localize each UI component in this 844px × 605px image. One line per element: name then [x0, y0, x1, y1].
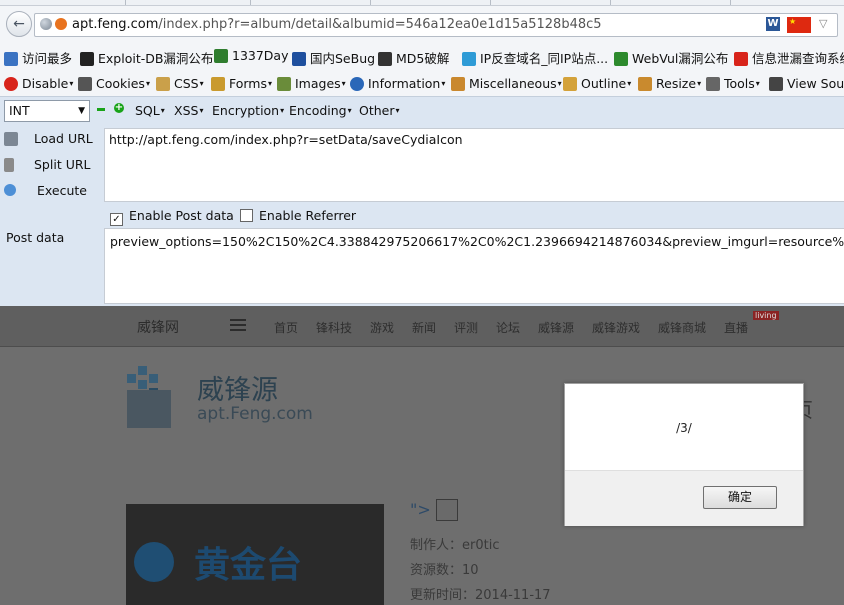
- view-source-icon: [769, 77, 783, 91]
- dropdown-arrow-icon[interactable]: ▽: [819, 17, 827, 30]
- brand-name: 威锋源: [197, 375, 278, 406]
- menu-encryption[interactable]: Encryption▾: [212, 103, 284, 118]
- word-icon[interactable]: W: [766, 17, 780, 31]
- album-author: 制作人：er0tic: [410, 538, 500, 553]
- bookmark-sebug[interactable]: 国内SeBug: [292, 48, 375, 67]
- bookmark-ip-lookup[interactable]: IP反查域名_同IP站点...: [462, 48, 608, 67]
- album-thumbnail: 黄金台: [126, 504, 384, 605]
- checkmark-icon: ✓: [110, 213, 123, 226]
- dialog-footer: 确定: [565, 470, 803, 526]
- menu-information[interactable]: Information▾: [350, 76, 445, 91]
- navigation-bar: ← apt.feng.com/index.php?r=album/detail&…: [0, 6, 844, 40]
- play-icon: [4, 184, 16, 196]
- ip-lookup-icon: [462, 52, 476, 66]
- enable-referrer-checkbox[interactable]: Enable Referrer: [240, 208, 356, 223]
- bookmark-md5[interactable]: MD5破解: [378, 48, 449, 67]
- enable-post-checkbox[interactable]: ✓ Enable Post data: [110, 208, 234, 226]
- alert-message: /3/: [676, 421, 692, 435]
- css-icon: [156, 77, 170, 91]
- checkbox-box: [240, 209, 253, 222]
- hamburger-menu-icon[interactable]: [230, 319, 246, 331]
- back-arrow-icon[interactable]: ←: [6, 11, 32, 37]
- brand-logo-icon: [127, 366, 171, 428]
- md5-icon: [378, 52, 392, 66]
- nav-item[interactable]: 威锋商城: [658, 319, 706, 336]
- type-select[interactable]: INT ▼: [4, 100, 90, 122]
- menu-xss[interactable]: XSS▾: [174, 103, 203, 118]
- resize-icon: [638, 77, 652, 91]
- post-data-textarea[interactable]: preview_options=150%2C150%2C4.3388429752…: [104, 228, 844, 304]
- nav-item[interactable]: 游戏: [370, 319, 394, 336]
- menu-sql[interactable]: SQL▾: [135, 103, 165, 118]
- menu-encoding[interactable]: Encoding▾: [289, 103, 352, 118]
- menu-disable[interactable]: Disable▾: [4, 76, 73, 91]
- nav-item[interactable]: 首页: [274, 319, 298, 336]
- 08-icon: [734, 52, 748, 66]
- globe-icon: [40, 18, 52, 30]
- menu-outline[interactable]: Outline▾: [563, 76, 631, 91]
- 1337day-icon: [214, 49, 228, 63]
- thumbnail-circle-icon: [134, 542, 174, 582]
- scissors-icon: [4, 158, 14, 172]
- thumbnail-text: 黄金台: [194, 545, 303, 586]
- menu-resize[interactable]: Resize▾: [638, 76, 701, 91]
- tools-icon: [706, 77, 720, 91]
- address-bar[interactable]: apt.feng.com/index.php?r=album/detail&al…: [34, 13, 838, 37]
- nav-item[interactable]: 论坛: [496, 319, 520, 336]
- bookmark-exploit-db[interactable]: Exploit-DB漏洞公布: [80, 48, 213, 67]
- site-favicon-icon: [55, 18, 67, 30]
- nav-item[interactable]: 锋科技: [316, 319, 352, 336]
- site-logo: 威锋网: [137, 320, 179, 336]
- web-developer-toolbar: Disable▾ Cookies▾ CSS▾ Forms▾ Images▾ In…: [0, 72, 844, 96]
- nav-item[interactable]: 评测: [454, 319, 478, 336]
- information-icon: [350, 77, 364, 91]
- nav-item[interactable]: 新闻: [412, 319, 436, 336]
- url-textarea[interactable]: http://apt.feng.com/index.php?r=setData/…: [104, 128, 844, 202]
- bookmark-leak-query[interactable]: 信息泄漏查询系统: [734, 48, 844, 67]
- nav-item[interactable]: 威锋游戏: [592, 319, 640, 336]
- menu-css[interactable]: CSS▾: [156, 76, 204, 91]
- album-title: ">: [410, 500, 431, 519]
- album-updated: 更新时间：2014-11-17: [410, 588, 551, 603]
- bookmark-1337day[interactable]: 1337Day: [214, 48, 289, 63]
- menu-view-source[interactable]: View Sour: [769, 76, 844, 91]
- address-text: apt.feng.com/index.php?r=album/detail&al…: [72, 17, 602, 32]
- nav-item[interactable]: 威锋源: [538, 319, 574, 336]
- exploit-db-icon: [80, 52, 94, 66]
- bookmark-most-visited[interactable]: 访问最多: [4, 48, 72, 67]
- miscellaneous-icon: [451, 77, 465, 91]
- menu-forms[interactable]: Forms▾: [211, 76, 272, 91]
- outline-icon: [563, 77, 577, 91]
- alert-dialog: /3/ 确定: [564, 383, 804, 526]
- menu-miscellaneous[interactable]: Miscellaneous▾: [451, 76, 562, 91]
- decrease-icon[interactable]: [97, 108, 105, 111]
- album-resource-count: 资源数：10: [410, 563, 479, 578]
- star-folder-icon: [4, 52, 18, 66]
- cookies-icon: [78, 77, 92, 91]
- increase-icon[interactable]: +: [114, 103, 124, 113]
- nav-item[interactable]: 直播: [724, 319, 748, 336]
- site-nav: 威锋网 首页 锋科技 游戏 新闻 评测 论坛 威锋源 威锋游戏 威锋商城 直播 …: [0, 306, 844, 347]
- forms-icon: [211, 77, 225, 91]
- sebug-icon: [292, 52, 306, 66]
- chevron-down-icon: ▼: [78, 106, 85, 116]
- bookmarks-bar: 访问最多 Exploit-DB漏洞公布 1337Day 国内SeBug MD5破…: [0, 40, 844, 73]
- menu-tools[interactable]: Tools▾: [706, 76, 760, 91]
- ok-button[interactable]: 确定: [703, 486, 777, 509]
- china-flag-icon[interactable]: [787, 17, 811, 33]
- live-badge: living: [753, 311, 779, 320]
- images-icon: [277, 77, 291, 91]
- post-data-label: Post data: [6, 230, 65, 245]
- load-url-icon: [4, 132, 18, 146]
- webvul-icon: [614, 52, 628, 66]
- brand-domain: apt.Feng.com: [197, 404, 313, 424]
- menu-images[interactable]: Images▾: [277, 76, 346, 91]
- bookmark-webvul[interactable]: WebVul漏洞公布: [614, 48, 728, 67]
- broken-image-icon: [436, 499, 458, 521]
- menu-other[interactable]: Other▾: [359, 103, 400, 118]
- disable-icon: [4, 77, 18, 91]
- menu-cookies[interactable]: Cookies▾: [78, 76, 150, 91]
